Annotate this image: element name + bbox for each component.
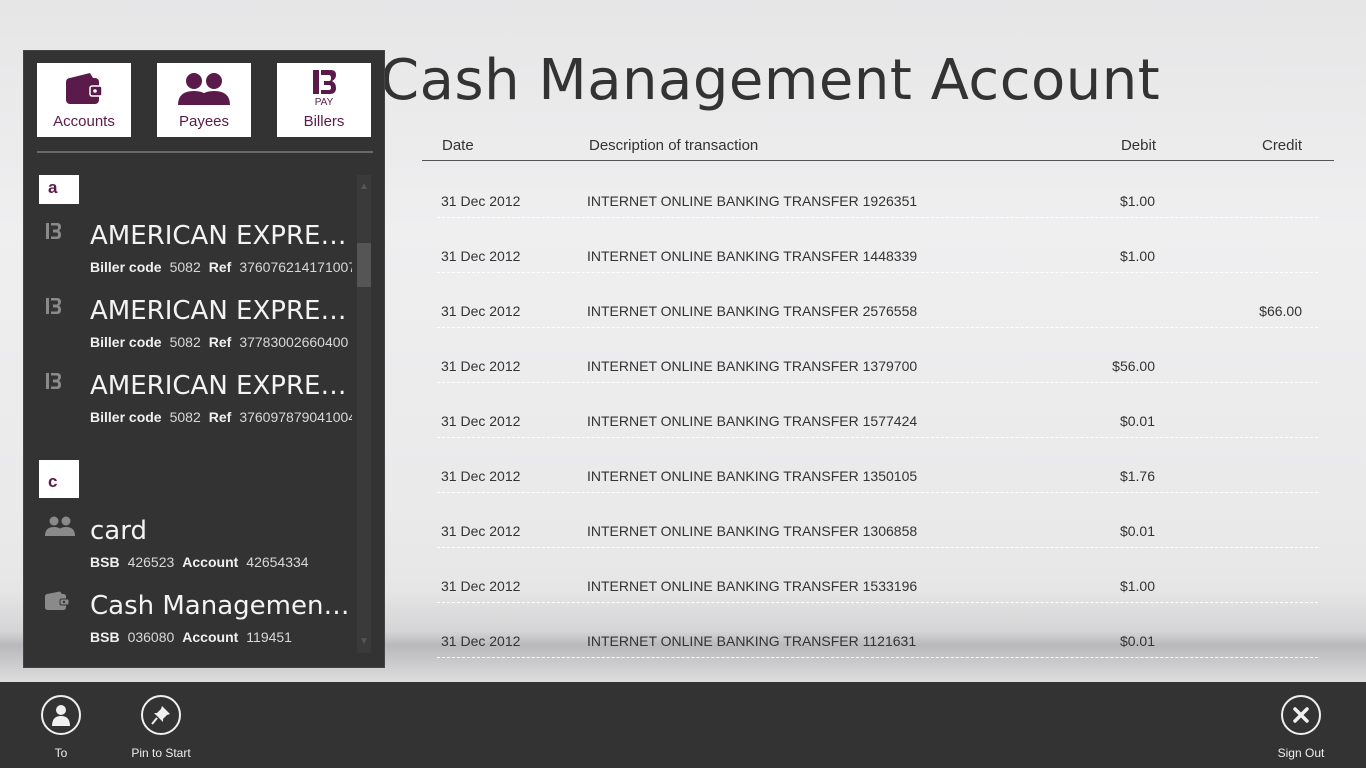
item-details: Biller code 5082 Ref 37783002660400 [90,334,349,350]
item-name: AMERICAN EXPRESS... [90,371,352,401]
tab-billers-label: Billers [303,113,345,130]
cell-date: 31 Dec 2012 [441,468,521,484]
pin-to-start-label: Pin to Start [131,746,191,760]
cell-description: INTERNET ONLINE BANKING TRANSFER 1577424 [587,413,918,429]
header-debit: Debit [1120,137,1156,154]
panel-divider [37,151,373,153]
page-title: Cash Management Account [380,48,1161,113]
tab-accounts[interactable]: Accounts [37,63,131,137]
pin-to-start-button[interactable]: Pin to Start [116,695,206,760]
header-date: Date [442,137,474,154]
cell-debit: $1.00 [1119,248,1155,264]
cell-credit: $66.00 [1259,303,1302,319]
tab-payees[interactable]: Payees [157,63,251,137]
cell-debit: $56.00 [1112,358,1155,374]
to-button[interactable]: To [16,695,106,760]
bpay-icon [44,371,70,395]
table-row[interactable]: 31 Dec 2012 INTERNET ONLINE BANKING TRAN… [437,218,1318,273]
cell-description: INTERNET ONLINE BANKING TRANSFER 1533196 [587,578,918,594]
item-name: AMERICAN EXPRESS... [90,221,352,251]
table-row[interactable]: 31 Dec 2012 INTERNET ONLINE BANKING TRAN… [437,163,1318,218]
header-credit: Credit [1261,137,1302,154]
table-row[interactable]: 31 Dec 2012 INTERNET ONLINE BANKING TRAN… [437,438,1318,493]
scroll-down-icon[interactable]: ▼ [359,636,369,647]
cell-date: 31 Dec 2012 [441,578,521,594]
cell-description: INTERNET ONLINE BANKING TRANSFER 1350105 [587,468,918,484]
cell-date: 31 Dec 2012 [441,633,521,649]
cell-description: INTERNET ONLINE BANKING TRANSFER 1926351 [587,193,918,209]
cell-description: INTERNET ONLINE BANKING TRANSFER 2576558 [587,303,918,319]
tab-payees-label: Payees [178,113,230,130]
cell-debit: $0.01 [1119,633,1155,649]
cell-debit: $0.01 [1119,523,1155,539]
table-row[interactable]: 31 Dec 2012 INTERNET ONLINE BANKING TRAN… [437,273,1318,328]
pin-icon [141,695,181,735]
item-details: Biller code 5082 Ref 376097879041004 [90,409,352,425]
table-header: Date Description of transaction Debit Cr… [422,130,1334,161]
table-row[interactable]: 31 Dec 2012 INTERNET ONLINE BANKING TRAN… [437,383,1318,438]
to-button-label: To [54,746,68,760]
table-row[interactable]: 31 Dec 2012 INTERNET ONLINE BANKING TRAN… [437,603,1318,658]
table-row[interactable]: 31 Dec 2012 INTERNET ONLINE BANKING TRAN… [437,328,1318,383]
cell-debit: $1.76 [1119,468,1155,484]
cell-description: INTERNET ONLINE BANKING TRANSFER 1448339 [587,248,918,264]
cell-date: 31 Dec 2012 [441,248,521,264]
cell-date: 31 Dec 2012 [441,523,521,539]
svg-text:PAY: PAY [315,97,334,106]
list-item[interactable]: AMERICAN EXPRESS... Biller code 5082 Ref 37… [24,296,354,356]
cell-debit: $1.00 [1119,578,1155,594]
cell-description: INTERNET ONLINE BANKING TRANSFER 1379700 [587,358,918,374]
cell-description: INTERNET ONLINE BANKING TRANSFER 1306858 [587,523,918,539]
item-details: Biller code 5082 Ref 376076214171007 [90,259,352,275]
item-details: BSB 036080 Account 119451 [90,629,292,645]
header-description: Description of transaction [589,137,759,154]
item-details: BSB 426523 Account 42654334 [90,554,309,570]
transactions-table: Date Description of transaction Debit Cr… [422,130,1334,658]
selection-flyout: Accounts Payees PAY Billers a AMERICAN E… [23,50,385,668]
sign-out-label: Sign Out [1277,746,1325,760]
tab-billers[interactable]: PAY Billers [277,63,371,137]
item-name: Cash Management... [90,591,352,621]
list-item[interactable]: Cash Management... BSB 036080 Account 11945… [24,591,354,651]
item-name: card [90,516,147,546]
group-header-c[interactable]: c [39,460,79,498]
list-item[interactable]: card BSB 426523 Account 42654334 [24,516,354,576]
cell-debit: $1.00 [1119,193,1155,209]
item-name: AMERICAN EXPRESS... [90,296,352,326]
bpay-icon [44,221,70,245]
scrollbar[interactable]: ▲ ▼ [357,175,371,653]
table-row[interactable]: 31 Dec 2012 INTERNET ONLINE BANKING TRAN… [437,548,1318,603]
cell-date: 31 Dec 2012 [441,413,521,429]
cell-description: INTERNET ONLINE BANKING TRANSFER 1121631 [587,633,917,649]
bpay-icon: PAY [277,70,371,108]
people-icon [157,72,251,108]
scrollbar-thumb[interactable] [357,243,371,287]
wallet-icon [44,591,70,615]
people-icon [44,516,75,540]
person-icon [41,695,81,735]
list-item[interactable]: AMERICAN EXPRESS... Biller code 5082 Ref 37… [24,371,354,431]
cell-date: 31 Dec 2012 [441,303,521,319]
cell-date: 31 Dec 2012 [441,358,521,374]
sign-out-button[interactable]: Sign Out [1256,695,1346,760]
list-item[interactable]: AMERICAN EXPRESS... Biller code 5082 Ref 37… [24,221,354,281]
cell-debit: $0.01 [1119,413,1155,429]
bpay-icon [44,296,70,320]
wallet-icon [37,72,131,108]
table-row[interactable]: 31 Dec 2012 INTERNET ONLINE BANKING TRAN… [437,493,1318,548]
group-header-a[interactable]: a [39,175,79,204]
close-icon [1281,695,1321,735]
scroll-up-icon[interactable]: ▲ [359,181,369,192]
tab-accounts-label: Accounts [53,113,115,130]
app-bar: To Pin to Start Sign Out [0,682,1366,768]
cell-date: 31 Dec 2012 [441,193,521,209]
